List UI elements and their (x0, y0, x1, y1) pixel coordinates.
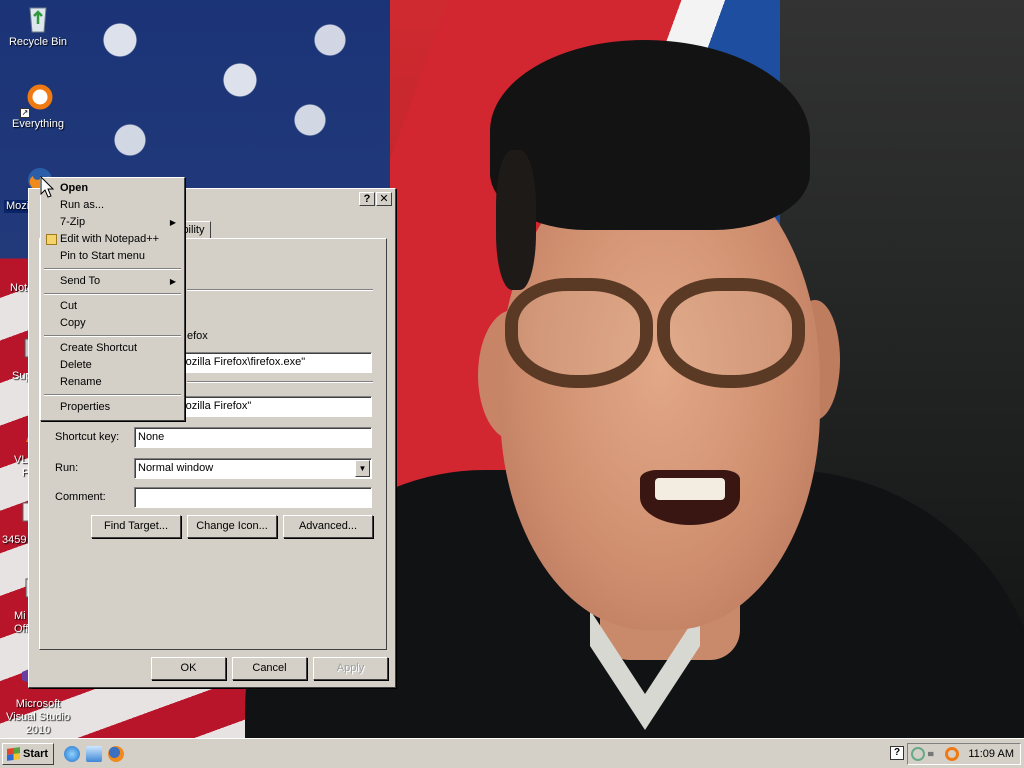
shortcut-key-label: Shortcut key: (55, 431, 120, 443)
shortcut-key-field[interactable]: None (134, 427, 372, 448)
find-target-button[interactable]: Find Target... (91, 515, 181, 538)
shortcut-arrow-icon: ↗ (20, 108, 30, 118)
submenu-arrow-icon: ▶ (169, 218, 176, 227)
network-icon[interactable] (911, 747, 925, 761)
context-menu: Open Run as... 7-Zip ▶ Edit with Notepad+… (40, 177, 185, 421)
notepad-plus-plus-icon (46, 234, 57, 245)
cancel-button[interactable]: Cancel (232, 657, 307, 680)
menu-separator (44, 293, 181, 295)
menu-item-copy[interactable]: Copy (43, 315, 182, 332)
recycle-bin-icon (22, 2, 54, 34)
comment-label: Comment: (55, 491, 106, 503)
submenu-arrow-icon: ▶ (169, 277, 176, 286)
mouse-cursor-icon (40, 176, 54, 198)
everything-search-icon: ↗ (20, 84, 54, 118)
help-button[interactable]: ? (359, 192, 375, 206)
help-icon[interactable]: ? (890, 746, 904, 760)
search-icon[interactable] (945, 747, 959, 761)
chevron-down-icon[interactable]: ▼ (355, 460, 370, 477)
target-type-value: efox (187, 330, 208, 342)
menu-item-create-shortcut[interactable]: Create Shortcut (43, 340, 182, 357)
system-tray: 11:09 AM (907, 743, 1021, 765)
menu-separator (44, 394, 181, 396)
menu-item-delete[interactable]: Delete (43, 357, 182, 374)
firefox-icon[interactable] (108, 746, 124, 762)
wallpaper-person-hair (496, 150, 536, 290)
menu-item-run-as[interactable]: Run as... (43, 197, 182, 214)
menu-item-pin-start[interactable]: Pin to Start menu (43, 248, 182, 265)
menu-separator (44, 335, 181, 337)
menu-item-cut[interactable]: Cut (43, 298, 182, 315)
apply-button[interactable]: Apply (313, 657, 388, 680)
menu-item-edit-notepadpp[interactable]: Edit with Notepad++ (43, 231, 182, 248)
separator (187, 289, 373, 291)
desktop-icon-recycle-bin[interactable]: Recycle Bin (0, 2, 76, 49)
ok-button[interactable]: OK (151, 657, 226, 680)
start-button[interactable]: Start (2, 743, 54, 765)
internet-explorer-icon[interactable] (64, 746, 80, 762)
wallpaper-person-teeth (655, 478, 725, 500)
taskbar: Start ? 11:09 AM (0, 738, 1024, 768)
menu-separator (44, 268, 181, 270)
menu-item-rename[interactable]: Rename (43, 374, 182, 391)
menu-item-open[interactable]: Open (43, 180, 182, 197)
wallpaper-person-hair (490, 40, 810, 230)
apply-button-label: Apply (336, 662, 365, 674)
clock[interactable]: 11:09 AM (968, 747, 1014, 761)
separator (187, 381, 373, 383)
windows-logo-icon (7, 747, 20, 761)
menu-item-send-to[interactable]: Send To ▶ (43, 273, 182, 290)
comment-field[interactable] (134, 487, 372, 508)
desktop-icon-everything[interactable]: ↗ Everything (0, 84, 76, 131)
menu-item-properties[interactable]: Properties (43, 399, 182, 416)
close-button[interactable]: ✕ (376, 192, 392, 206)
speaker-icon[interactable] (928, 747, 940, 761)
menu-item-7zip[interactable]: 7-Zip ▶ (43, 214, 182, 231)
wallpaper-person-glasses (505, 278, 810, 398)
run-select[interactable]: Normal window ▼ (134, 458, 372, 479)
advanced-button[interactable]: Advanced... (283, 515, 373, 538)
change-icon-button[interactable]: Change Icon... (187, 515, 277, 538)
run-label: Run: (55, 462, 79, 474)
run-select-value: Normal window (138, 462, 214, 474)
explorer-icon[interactable] (86, 746, 102, 762)
